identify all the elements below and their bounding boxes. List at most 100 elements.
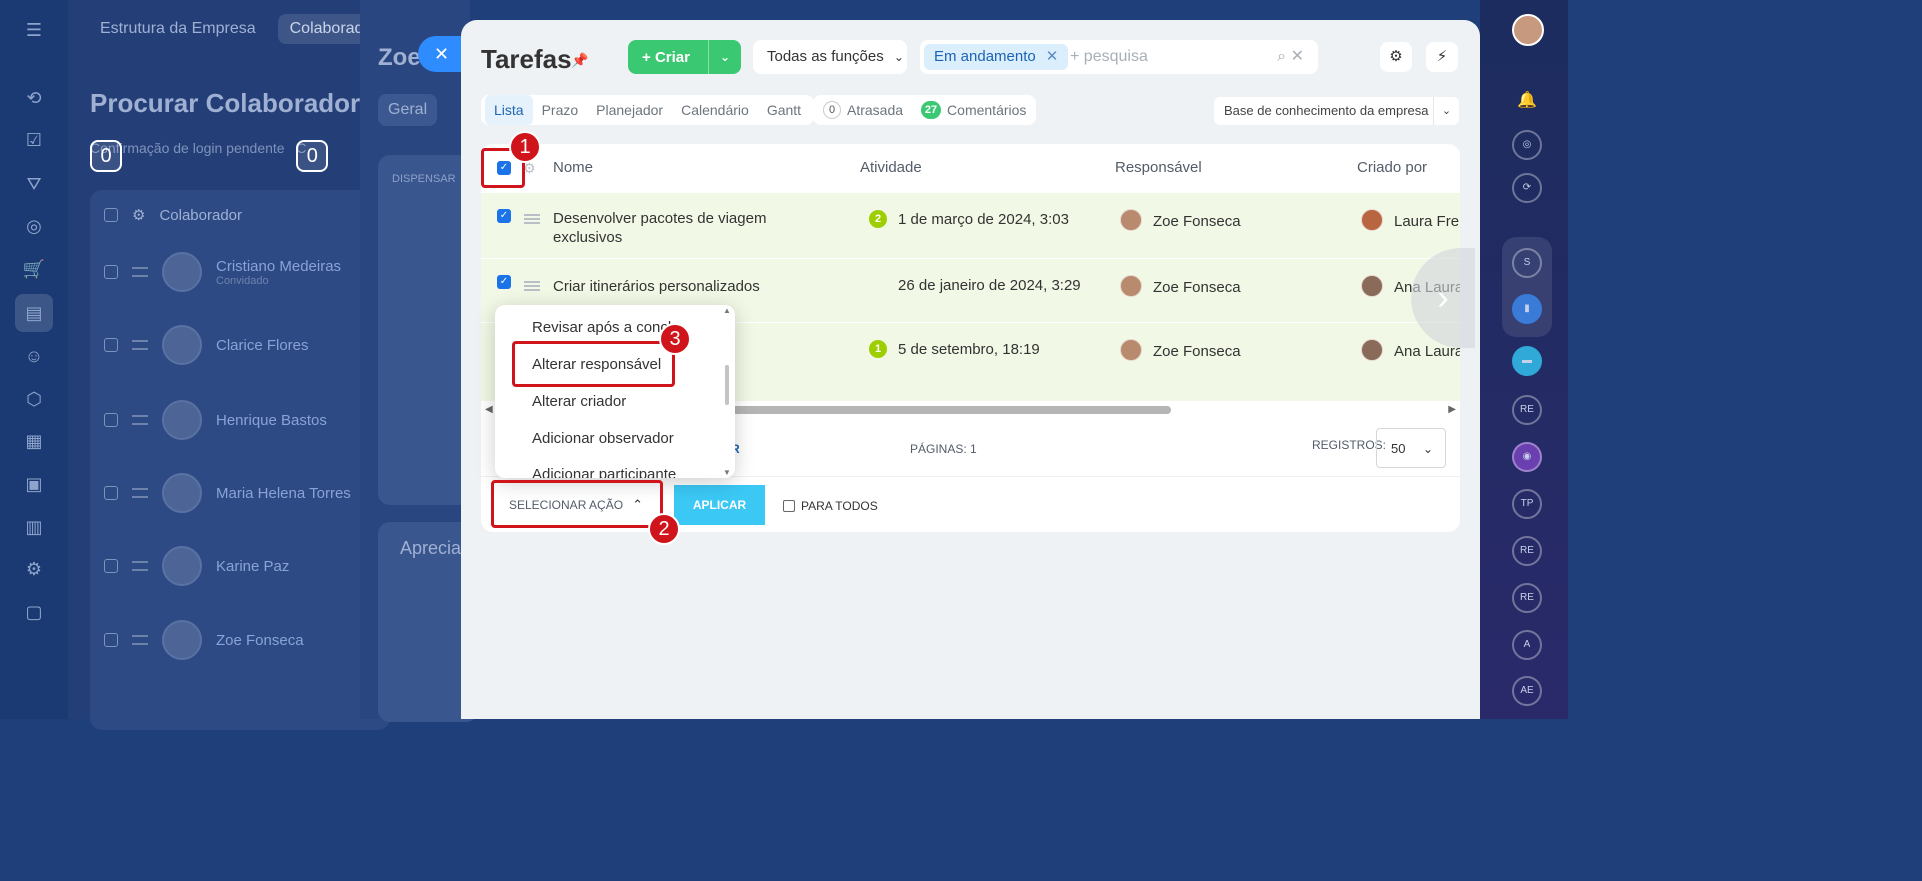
scrollbar-thumb[interactable] [721,406,1171,414]
responsible-name[interactable]: Zoe Fonseca [1153,213,1241,230]
list-item[interactable]: Cristiano Medeiras Convidado [104,252,341,292]
row-checkbox[interactable]: ✓ [497,275,511,289]
tab-list[interactable]: Lista [485,95,533,125]
creator-name[interactable]: Laura Freit [1394,213,1460,230]
cart-icon[interactable]: 🛒 [22,257,46,281]
roles-select[interactable]: Todas as funções ⌄ [753,40,907,74]
employee-name[interactable]: Karine Paz [216,558,289,575]
tab-calendar[interactable]: Calendário [672,95,758,125]
scroll-down-icon[interactable]: ▼ [723,468,731,477]
tab-gantt[interactable]: Gantt [758,95,810,125]
contact-badge[interactable]: A [1512,630,1542,660]
list-item[interactable]: Zoe Fonseca [104,620,304,660]
drag-handle-icon[interactable] [132,267,148,277]
for-all-checkbox[interactable]: PARA TODOS [783,499,878,513]
contact-badge[interactable]: TP [1512,489,1542,519]
tab-deadline[interactable]: Prazo [533,95,588,125]
contact-badge[interactable]: RE [1512,536,1542,566]
column-name[interactable]: Nome [553,144,593,192]
column-activity[interactable]: Atividade [860,144,922,192]
list-item[interactable]: Clarice Flores [104,325,309,365]
analytics-icon[interactable]: ▥ [22,515,46,539]
records-per-page-select[interactable]: 50 ⌄ [1376,428,1446,468]
channel-icon[interactable]: ◉ [1512,442,1542,472]
drag-handle-icon[interactable] [132,415,148,425]
overdue-label[interactable]: Atrasada [847,102,903,118]
apply-button[interactable]: APLICAR [674,485,765,525]
tab-general[interactable]: Geral [378,94,438,126]
row-checkbox[interactable] [104,338,118,352]
chat-icon[interactable]: ▬ [1512,346,1542,376]
responsible-name[interactable]: Zoe Fonseca [1153,343,1241,360]
scrollbar-thumb[interactable] [725,365,729,405]
drag-handle-icon[interactable] [132,488,148,498]
list-item[interactable]: Henrique Bastos [104,400,327,440]
scroll-left-icon[interactable]: ◀ [485,404,493,415]
target-icon[interactable]: ◎ [22,214,46,238]
contact-badge[interactable]: RE [1512,583,1542,613]
responsible-name[interactable]: Zoe Fonseca [1153,279,1241,296]
drag-handle-icon[interactable] [132,561,148,571]
for-all-checkbox-box[interactable] [783,500,795,512]
sync-icon[interactable]: ⟳ [1512,173,1542,203]
drag-handle-icon[interactable] [524,214,540,224]
table-row[interactable]: ✓ Desenvolver pacotes de viagem exclusivo… [481,192,1460,258]
gear-icon[interactable]: ⚙ [1380,42,1412,72]
search-input[interactable]: + pesquisa [1070,40,1148,74]
select-all-checkbox-bg[interactable] [104,208,118,222]
employee-name[interactable]: Henrique Bastos [216,412,327,429]
row-checkbox[interactable] [104,413,118,427]
comments-label[interactable]: Comentários [947,102,1026,118]
chevron-down-icon[interactable]: ⌄ [1433,97,1459,125]
menu-item-add-observer[interactable]: Adicionar observador [532,430,674,447]
scroll-up-icon[interactable]: ▲ [723,306,731,315]
column-responsible[interactable]: Responsável [1115,144,1202,192]
menu-icon[interactable]: ☰ [22,18,46,42]
pending-counters[interactable]: 0 Confirmação de login pendente 0C [90,140,329,172]
task-name[interactable]: Criar itinerários personalizados [553,277,760,296]
close-icon[interactable]: ✕ [418,36,466,72]
search-icon[interactable]: ⌕ [1277,48,1286,65]
close-icon[interactable]: ✕ [1046,48,1059,65]
tasks-icon[interactable]: ☑ [22,128,46,152]
task-name[interactable]: Desenvolver pacotes de viagem exclusivos [553,209,766,247]
contact-badge[interactable]: RE [1512,395,1542,425]
tab-planner[interactable]: Planejador [587,95,672,125]
drag-handle-icon[interactable] [524,281,540,291]
employee-name[interactable]: Zoe Fonseca [216,632,304,649]
employees-icon[interactable]: ▤ [15,294,53,332]
lightning-icon[interactable]: ⚡ [1426,42,1458,72]
menu-item-review[interactable]: Revisar após a conclu [532,319,680,336]
close-icon[interactable]: ✕ [1291,48,1304,65]
list-item[interactable]: Maria Helena Torres [104,473,351,513]
vertical-scrollbar[interactable]: ▲ ▼ [723,305,731,478]
row-checkbox[interactable]: ✓ [497,209,511,223]
drag-handle-icon[interactable] [132,635,148,645]
user-avatar[interactable] [1512,14,1544,46]
building-icon[interactable]: ▦ [22,429,46,453]
contact-badge[interactable]: S [1512,248,1542,278]
menu-item-change-creator[interactable]: Alterar criador [532,393,626,410]
knowledge-base-select[interactable]: Base de conhecimento da empresa ⌄ [1214,97,1459,125]
employee-name[interactable]: Cristiano Medeiras [216,258,341,275]
robot-icon[interactable]: ☺ [22,344,46,368]
row-checkbox[interactable] [104,559,118,573]
row-checkbox[interactable] [104,633,118,647]
contact-badge[interactable]: AE [1512,676,1542,706]
nav-company-structure[interactable]: Estrutura da Empresa [88,14,268,44]
chevron-down-icon[interactable]: ⌄ [708,40,741,74]
dismiss-label[interactable]: DISPENSAR [392,173,456,185]
gear-icon[interactable]: ⚙ [132,206,145,224]
bookmark-icon[interactable]: ▮ [1512,294,1542,324]
crm-icon[interactable]: ⟲ [22,86,46,110]
settings-icon[interactable]: ⚙ [22,557,46,581]
document-icon[interactable]: ▢ [22,600,46,624]
calendar-icon[interactable]: ▣ [22,472,46,496]
target-icon[interactable]: ◎ [1512,130,1542,160]
scroll-right-icon[interactable]: ▶ [1448,404,1456,415]
bell-icon[interactable]: 🔔 [1512,88,1542,118]
menu-item-add-participant[interactable]: Adicionar participante [532,466,676,478]
search-filter-bar[interactable]: Em andamento ✕ + pesquisa ⌕ ✕ [920,40,1318,74]
row-checkbox[interactable] [104,265,118,279]
pin-icon[interactable]: 📌 [571,52,588,69]
